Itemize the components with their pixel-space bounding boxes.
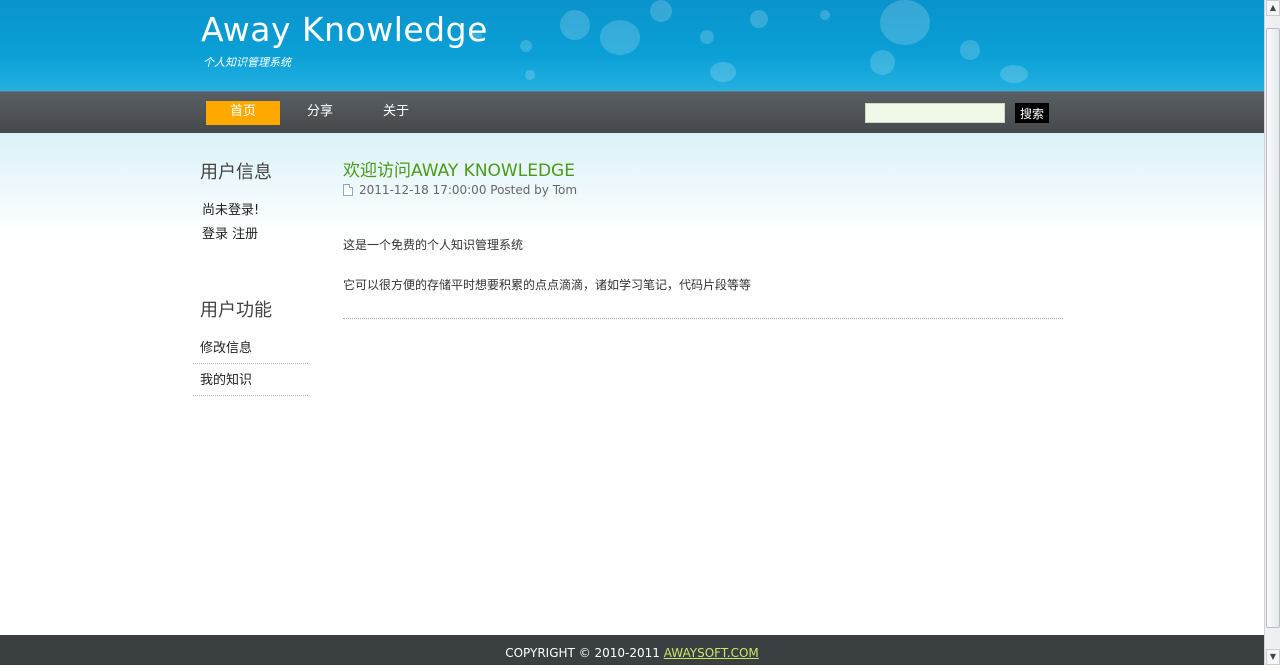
post-meta: 2011-12-18 17:00:00 Posted by Tom: [343, 183, 577, 197]
scroll-up-icon[interactable]: ▲: [1266, 0, 1280, 16]
login-link[interactable]: 登录: [202, 227, 228, 242]
edit-info-link[interactable]: 修改信息: [193, 333, 308, 364]
post-paragraph: 这是一个免费的个人知识管理系统: [343, 238, 524, 252]
footer-link[interactable]: AWAYSOFT.COM: [664, 646, 759, 660]
nav-item-share[interactable]: 分享: [290, 101, 350, 125]
content-background: [0, 133, 1264, 233]
document-icon: [343, 184, 353, 196]
site-subtitle: 个人知识管理系统: [203, 56, 291, 69]
scroll-down-icon[interactable]: ▼: [1266, 649, 1280, 665]
main-nav: 首页 分享 关于 搜索: [0, 91, 1264, 133]
site-footer: COPYRIGHT © 2010-2011 AWAYSOFT.COM: [0, 635, 1264, 665]
register-link[interactable]: 注册: [232, 227, 258, 242]
my-knowledge-link[interactable]: 我的知识: [193, 365, 308, 396]
search-input[interactable]: [865, 103, 1005, 123]
post-meta-text: 2011-12-18 17:00:00 Posted by Tom: [359, 183, 578, 197]
post-paragraph: 它可以很方便的存储平时想要积累的点点滴滴，诸如学习笔记，代码片段等等: [343, 278, 752, 292]
user-info-heading: 用户信息: [200, 162, 272, 183]
login-status: 尚未登录!: [202, 203, 260, 218]
search-button[interactable]: 搜索: [1015, 103, 1049, 123]
site-header: Away Knowledge 个人知识管理系统: [0, 0, 1264, 91]
post-title[interactable]: 欢迎访问AWAY KNOWLEDGE: [343, 156, 575, 181]
vertical-scrollbar[interactable]: ▲ ▼: [1264, 0, 1280, 665]
site-title[interactable]: Away Knowledge: [201, 10, 488, 49]
auth-links: 登录 注册: [202, 223, 258, 242]
user-functions-heading: 用户功能: [200, 300, 272, 321]
copyright-text: COPYRIGHT © 2010-2011: [505, 646, 660, 660]
post-divider: [343, 318, 1063, 319]
nav-item-home[interactable]: 首页: [206, 101, 280, 125]
scroll-thumb[interactable]: [1266, 28, 1280, 628]
nav-item-about[interactable]: 关于: [366, 101, 426, 125]
